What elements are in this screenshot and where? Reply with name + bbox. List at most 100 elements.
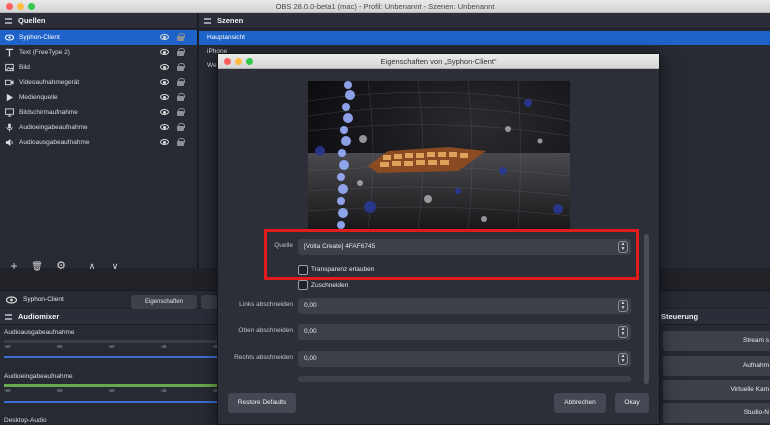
start-stream-button[interactable]: Stream s (663, 331, 770, 351)
stepper-arrows-icon[interactable]: ▲ ▼ (618, 353, 628, 365)
eye-shape-icon (6, 296, 17, 304)
top-crop-value: 0,00 (304, 328, 317, 335)
dialog-scrollbar[interactable] (644, 234, 649, 384)
source-item-bild[interactable]: Bild (0, 60, 197, 75)
mixer-title: Audiomixer (18, 312, 60, 321)
volume-slider[interactable] (4, 340, 218, 343)
right-crop-label: Rechts abschneiden (234, 354, 293, 361)
move-source-down-button[interactable]: ∨ (107, 258, 123, 274)
start-recording-button[interactable]: Aufnahm (663, 356, 770, 376)
drag-grip-icon[interactable] (204, 17, 211, 25)
source-label: Bild (19, 64, 30, 71)
source-label: Text (FreeType 2) (19, 49, 70, 56)
remove-source-button[interactable]: 🗑 (29, 258, 45, 274)
lock-icon[interactable] (177, 138, 185, 146)
left-crop-value: 0,00 (304, 302, 317, 309)
virtual-camera-button[interactable]: Virtuelle Kam (663, 380, 770, 400)
visibility-eye-icon[interactable] (160, 109, 169, 115)
current-source-label: Syphon-Client (23, 296, 64, 303)
visibility-eye-icon[interactable] (160, 124, 169, 130)
dialog-title: Eigenschaften von „Syphon-Client“ (380, 57, 497, 66)
source-label: Audioausgabeaufnahme (19, 139, 90, 146)
sources-header: Quellen (0, 13, 197, 29)
lock-icon[interactable] (177, 93, 185, 101)
zoom-dialog-button[interactable] (246, 58, 253, 65)
move-source-up-button[interactable]: ∧ (84, 258, 100, 274)
source-item-audioeingabeaufnahme[interactable]: Audioeingabeaufnahme (0, 120, 197, 135)
lock-icon[interactable] (177, 78, 185, 86)
drag-grip-icon[interactable] (5, 17, 12, 25)
stepper-arrows-icon[interactable]: ▲ ▼ (618, 326, 628, 338)
crop-checkbox[interactable] (298, 280, 308, 290)
visibility-eye-icon[interactable] (160, 34, 169, 40)
lock-icon[interactable] (177, 123, 185, 131)
source-item-text[interactable]: Text (FreeType 2) (0, 45, 197, 60)
controls-header: Steuerung (655, 309, 770, 325)
speaker-icon (5, 138, 13, 147)
source-item-bildschirmaufnahme[interactable]: Bildschirmaufnahme (0, 105, 197, 120)
next-field-partial (298, 376, 631, 382)
audio-mixer-dock: Audiomixer Audioausgabeaufnahme -60 -55 … (0, 309, 225, 425)
window-titlebar: OBS 28.0.0-beta1 (mac) - Profil: Unbenan… (0, 0, 770, 13)
dialog-titlebar: Eigenschaften von „Syphon-Client“ (218, 54, 659, 69)
zoom-window-button[interactable] (28, 3, 35, 10)
play-icon (6, 93, 14, 102)
monitor-icon (5, 108, 14, 117)
visibility-eye-icon[interactable] (160, 94, 169, 100)
window-title: OBS 28.0.0-beta1 (mac) - Profil: Unbenan… (275, 2, 495, 11)
studio-mode-button[interactable]: Studio-N (663, 403, 770, 423)
ok-button[interactable]: Okay (615, 393, 649, 413)
volume-fader[interactable] (4, 356, 218, 358)
mixer-header: Audiomixer (0, 309, 225, 325)
visibility-eye-icon[interactable] (160, 64, 169, 70)
properties-button[interactable]: Eigenschaften (131, 295, 197, 309)
lock-icon[interactable] (177, 108, 185, 116)
scene-item-hauptansicht[interactable]: Hauptansicht (199, 31, 770, 45)
minimize-dialog-button[interactable] (235, 58, 242, 65)
left-crop-spinbox[interactable]: 0,00 ▲ ▼ (298, 298, 631, 314)
add-source-button[interactable]: + (6, 258, 22, 274)
visibility-eye-icon[interactable] (160, 79, 169, 85)
cancel-button[interactable]: Abbrechen (554, 393, 606, 413)
close-window-button[interactable] (6, 3, 13, 10)
scenes-header: Szenen (199, 13, 770, 29)
sources-dock: Quellen Syphon-Client Text (FreeType 2) … (0, 13, 198, 273)
source-item-medienquelle[interactable]: Medienquelle (0, 90, 197, 105)
text-icon (5, 48, 14, 57)
volume-slider[interactable] (4, 384, 218, 387)
mixer-track-name: Desktop-Audio (4, 417, 47, 424)
right-crop-spinbox[interactable]: 0,00 ▲ ▼ (298, 351, 631, 367)
visibility-eye-icon[interactable] (160, 49, 169, 55)
close-dialog-button[interactable] (224, 58, 231, 65)
visibility-eye-icon[interactable] (160, 139, 169, 145)
source-item-videoaufnahmegeraet[interactable]: Videoaufnahmegerät (0, 75, 197, 90)
microphone-icon (6, 123, 13, 132)
right-crop-value: 0,00 (304, 355, 317, 362)
minimize-window-button[interactable] (17, 3, 24, 10)
sources-list: Syphon-Client Text (FreeType 2) Bild Vid… (0, 30, 197, 150)
filters-button[interactable] (201, 295, 217, 309)
lock-icon[interactable] (177, 33, 185, 41)
crop-label: Zuschneiden (311, 282, 349, 289)
mixer-track-name: Audioeingabeaufnahme (4, 373, 73, 380)
camera-icon (5, 79, 14, 86)
top-crop-label: Oben abschneiden (238, 327, 293, 334)
lock-icon[interactable] (177, 63, 185, 71)
eye-shape-icon (5, 34, 14, 41)
source-label: Syphon-Client (19, 34, 60, 41)
source-settings-button[interactable]: ⚙ (53, 258, 69, 274)
highlight-box (264, 229, 639, 280)
left-crop-label: Links abschneiden (239, 301, 293, 308)
source-label: Bildschirmaufnahme (19, 109, 78, 116)
volume-fader[interactable] (4, 401, 218, 403)
controls-title: Steuerung (661, 312, 699, 321)
restore-defaults-button[interactable]: Restore Defaults (228, 393, 296, 413)
scenes-title: Szenen (217, 16, 244, 25)
lock-icon[interactable] (177, 48, 185, 56)
source-item-syphon-client[interactable]: Syphon-Client (0, 30, 197, 45)
sources-title: Quellen (18, 16, 46, 25)
stepper-arrows-icon[interactable]: ▲ ▼ (618, 300, 628, 312)
top-crop-spinbox[interactable]: 0,00 ▲ ▼ (298, 324, 631, 340)
drag-grip-icon[interactable] (5, 313, 12, 321)
source-item-audioausgabeaufnahme[interactable]: Audioausgabeaufnahme (0, 135, 197, 150)
